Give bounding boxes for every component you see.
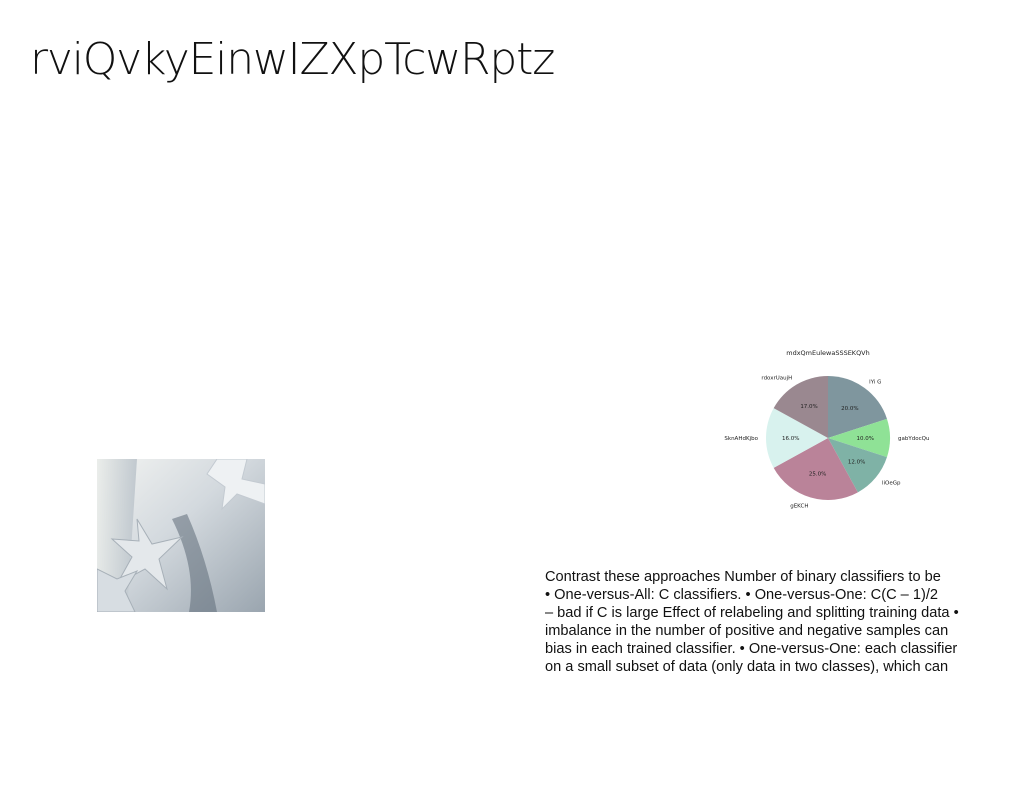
- body-line: Contrast these approaches Number of bina…: [545, 569, 941, 585]
- slice-percent-label: 25.0%: [809, 472, 826, 478]
- slice-category-label: rdoxrUaujH: [761, 376, 792, 382]
- slice-percent-label: 16.0%: [782, 436, 799, 442]
- slice-percent-label: 17.0%: [800, 404, 817, 410]
- body-text: Contrast these approaches Number of bina…: [545, 568, 1005, 676]
- slice-category-label: gEKCH: [790, 503, 808, 509]
- slice-percent-label: 20.0%: [841, 406, 858, 412]
- slice-percent-label: 12.0%: [848, 460, 865, 466]
- body-line: – bad if C is large Effect of relabeling…: [545, 605, 959, 621]
- star-ornament-photo: [97, 459, 265, 612]
- slice-category-label: SknAHdKjbo: [724, 436, 758, 442]
- slice-category-label: gabYdocQu: [898, 436, 929, 442]
- body-line: bias in each trained classifier. • One-v…: [545, 641, 958, 657]
- pie-chart: mdxQmEulewaSSSEKQVh 20.0% lYi G 10.0% gabYd…: [700, 340, 960, 525]
- body-line: imbalance in the number of positive and …: [545, 623, 949, 639]
- body-line: • One-versus-All: C classifiers. • One-v…: [545, 587, 938, 603]
- slice-category-label: lYi G: [869, 379, 881, 385]
- body-line: on a small subset of data (only data in …: [545, 659, 949, 675]
- slice-category-label: liOeGp: [882, 481, 901, 487]
- slide-title: rviQvkyEinwIZXpTcwRptz: [30, 34, 555, 85]
- chart-title: mdxQmEulewaSSSEKQVh: [786, 349, 870, 357]
- slice-percent-label: 10.0%: [856, 436, 873, 442]
